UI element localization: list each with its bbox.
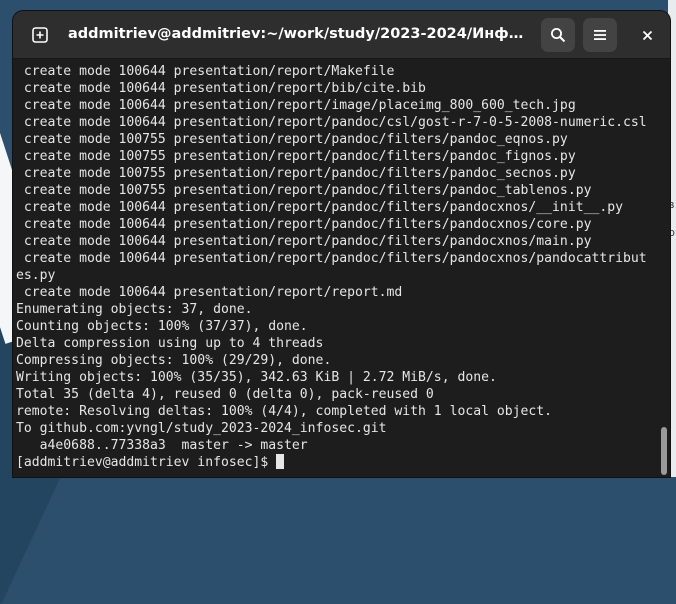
text-cursor	[276, 454, 285, 469]
terminal-line: Total 35 (delta 4), reused 0 (delta 0), …	[16, 387, 434, 402]
new-tab-button[interactable]	[25, 20, 55, 50]
terminal-line: a4e0688..77338a3 master -> master	[16, 438, 308, 453]
terminal-line: Compressing objects: 100% (29/29), done.	[16, 353, 332, 368]
new-tab-icon	[32, 27, 48, 43]
terminal-line: To github.com:yvngl/study_2023-2024_info…	[16, 421, 387, 436]
terminal-line: Writing objects: 100% (35/35), 342.63 Ki…	[16, 370, 497, 385]
terminal-line: create mode 100644 presentation/report/r…	[16, 285, 403, 300]
search-icon	[551, 28, 566, 43]
window-title: addmitriev@addmitriev:~/work/study/2023-…	[68, 26, 528, 42]
terminal-line: Enumerating objects: 37, done.	[16, 302, 253, 317]
terminal-line: remote: Resolving deltas: 100% (4/4), co…	[16, 404, 553, 419]
terminal-line: create mode 100644 presentation/report/p…	[16, 115, 647, 130]
terminal-line: create mode 100644 presentation/report/p…	[16, 217, 592, 232]
hamburger-menu-icon	[594, 30, 606, 40]
scrollbar-thumb[interactable]	[661, 427, 667, 475]
terminal-window: addmitriev@addmitriev:~/work/study/2023-…	[13, 11, 670, 477]
terminal-prompt-line[interactable]: [addmitriev@addmitriev infosec]$	[16, 454, 285, 471]
search-button[interactable]	[541, 18, 575, 52]
terminal-line: Counting objects: 100% (37/37), done.	[16, 319, 308, 334]
terminal-line: create mode 100644 presentation/report/p…	[16, 234, 592, 249]
terminal-line: create mode 100644 presentation/report/p…	[16, 251, 647, 266]
terminal-line: create mode 100644 presentation/report/p…	[16, 200, 623, 215]
terminal-line: es.py	[16, 268, 56, 283]
close-button[interactable]	[635, 23, 659, 47]
terminal-output[interactable]: create mode 100644 presentation/report/M…	[13, 59, 658, 477]
close-icon	[642, 30, 652, 40]
shell-prompt: [addmitriev@addmitriev infosec]$	[16, 455, 277, 470]
menu-button[interactable]	[583, 18, 617, 52]
terminal-line: create mode 100755 presentation/report/p…	[16, 183, 592, 198]
terminal-line: create mode 100755 presentation/report/p…	[16, 132, 568, 147]
terminal-line: create mode 100755 presentation/report/p…	[16, 166, 576, 181]
terminal-line: create mode 100755 presentation/report/p…	[16, 149, 576, 164]
terminal-line: create mode 100644 presentation/report/b…	[16, 81, 426, 96]
terminal-line: create mode 100644 presentation/report/M…	[16, 64, 395, 79]
title-bar[interactable]: addmitriev@addmitriev:~/work/study/2023-…	[13, 11, 670, 59]
terminal-scrollbar[interactable]	[658, 59, 670, 477]
terminal-line: Delta compression using up to 4 threads	[16, 336, 324, 351]
terminal-line: create mode 100644 presentation/report/i…	[16, 98, 576, 113]
